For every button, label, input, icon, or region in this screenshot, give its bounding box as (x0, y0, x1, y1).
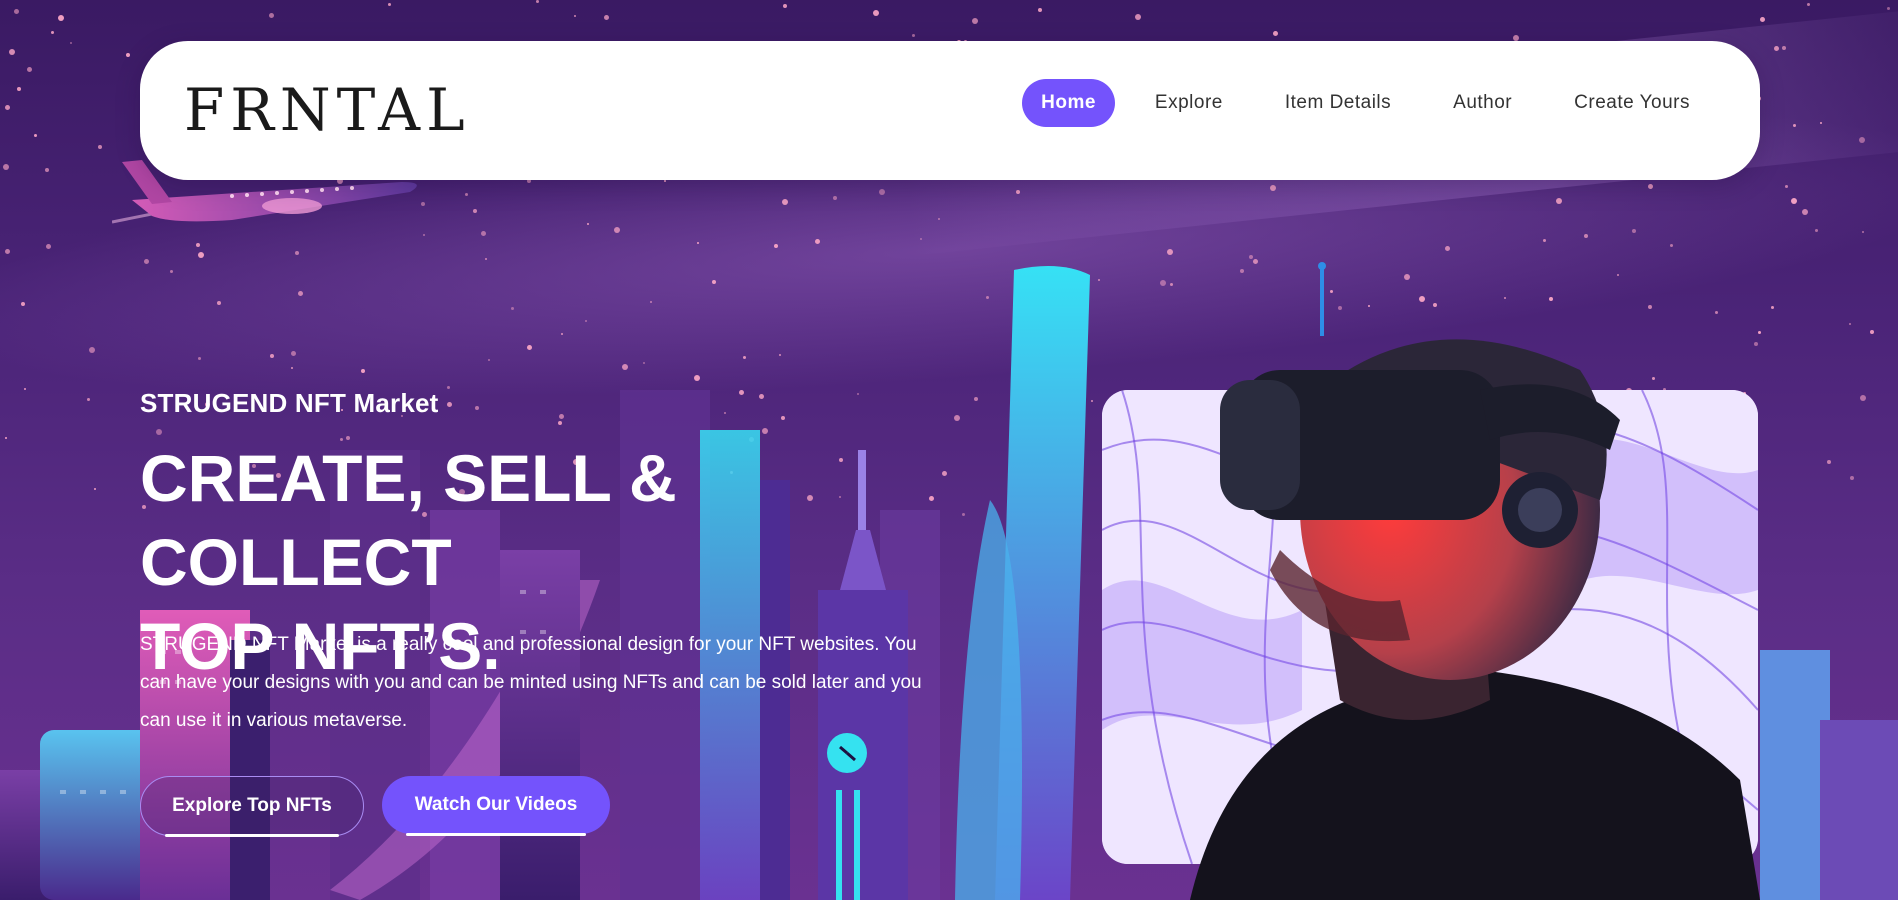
star-dot (196, 243, 200, 247)
star-dot (574, 15, 576, 17)
star-dot (782, 199, 788, 205)
star-dot (481, 231, 486, 236)
explore-top-nfts-button[interactable]: Explore Top NFTs (140, 776, 364, 837)
star-dot (604, 15, 609, 20)
button-underline (165, 834, 339, 837)
star-dot (58, 15, 64, 21)
star-dot (664, 180, 666, 182)
star-dot (5, 105, 10, 110)
star-dot (879, 189, 885, 195)
star-dot (1859, 137, 1865, 143)
star-dot (1632, 229, 1636, 233)
star-dot (1584, 234, 1588, 238)
star-dot (1270, 185, 1276, 191)
star-dot (34, 134, 37, 137)
star-dot (1807, 3, 1810, 6)
star-dot (920, 238, 922, 240)
star-dot (833, 196, 837, 200)
watch-our-videos-label: Watch Our Videos (414, 794, 578, 815)
site-logo[interactable]: FRNTAL (184, 79, 471, 141)
star-dot (98, 145, 102, 149)
star-dot (1273, 31, 1278, 36)
star-dot (9, 49, 15, 55)
star-dot (1815, 229, 1818, 232)
star-dot (1556, 198, 1562, 204)
vr-headset-person-illustration (1190, 339, 1760, 900)
star-dot (1820, 122, 1822, 124)
star-dot (1862, 231, 1864, 233)
star-dot (1791, 198, 1797, 204)
star-dot (1793, 124, 1796, 127)
star-dot (873, 10, 879, 16)
nav-item-explore[interactable]: Explore (1133, 79, 1245, 127)
star-dot (815, 239, 820, 244)
star-dot (1802, 209, 1808, 215)
star-dot (51, 31, 54, 34)
star-dot (1774, 46, 1779, 51)
star-dot (423, 234, 425, 236)
star-dot (17, 87, 21, 91)
star-dot (1670, 244, 1673, 247)
star-dot (3, 164, 9, 170)
star-dot (938, 218, 940, 220)
star-dot (473, 209, 477, 213)
star-dot (1782, 46, 1786, 50)
star-dot (536, 0, 539, 3)
star-dot (388, 3, 391, 6)
hero-eyebrow: STRUGEND NFT Market (140, 388, 439, 418)
star-dot (912, 34, 915, 37)
star-dot (269, 13, 274, 18)
star-dot (1648, 184, 1653, 189)
star-dot (1543, 239, 1546, 242)
star-dot (774, 244, 778, 248)
star-dot (614, 227, 620, 233)
nav-item-item-details[interactable]: Item Details (1263, 79, 1413, 127)
star-dot (1785, 185, 1788, 188)
hero-description: STRUGEND NFT Market is a really cool and… (140, 634, 922, 731)
star-dot (1135, 14, 1141, 20)
star-dot (45, 168, 49, 172)
watch-our-videos-button[interactable]: Watch Our Videos (382, 776, 610, 836)
hero-headline-line-1: CREATE, SELL & COLLECT (140, 441, 677, 599)
top-navigation-bar: FRNTAL Home Explore Item Details Author … (140, 41, 1760, 180)
star-dot (465, 193, 468, 196)
star-dot (46, 244, 51, 249)
star-dot (1038, 8, 1042, 12)
star-dot (697, 242, 699, 244)
main-menu: Home Explore Item Details Author Create … (1022, 79, 1712, 127)
star-dot (972, 18, 978, 24)
nav-item-author[interactable]: Author (1431, 79, 1534, 127)
star-dot (1887, 7, 1890, 10)
star-dot (1016, 190, 1020, 194)
button-underline (406, 833, 586, 836)
star-dot (14, 9, 19, 14)
star-dot (126, 53, 130, 57)
star-dot (27, 67, 32, 72)
star-dot (1760, 17, 1765, 22)
star-dot (70, 42, 72, 44)
star-dot (587, 223, 589, 225)
star-dot (783, 4, 787, 8)
nav-item-create-yours[interactable]: Create Yours (1552, 79, 1712, 127)
nav-item-home[interactable]: Home (1022, 79, 1115, 127)
explore-top-nfts-label: Explore Top NFTs (172, 795, 332, 816)
